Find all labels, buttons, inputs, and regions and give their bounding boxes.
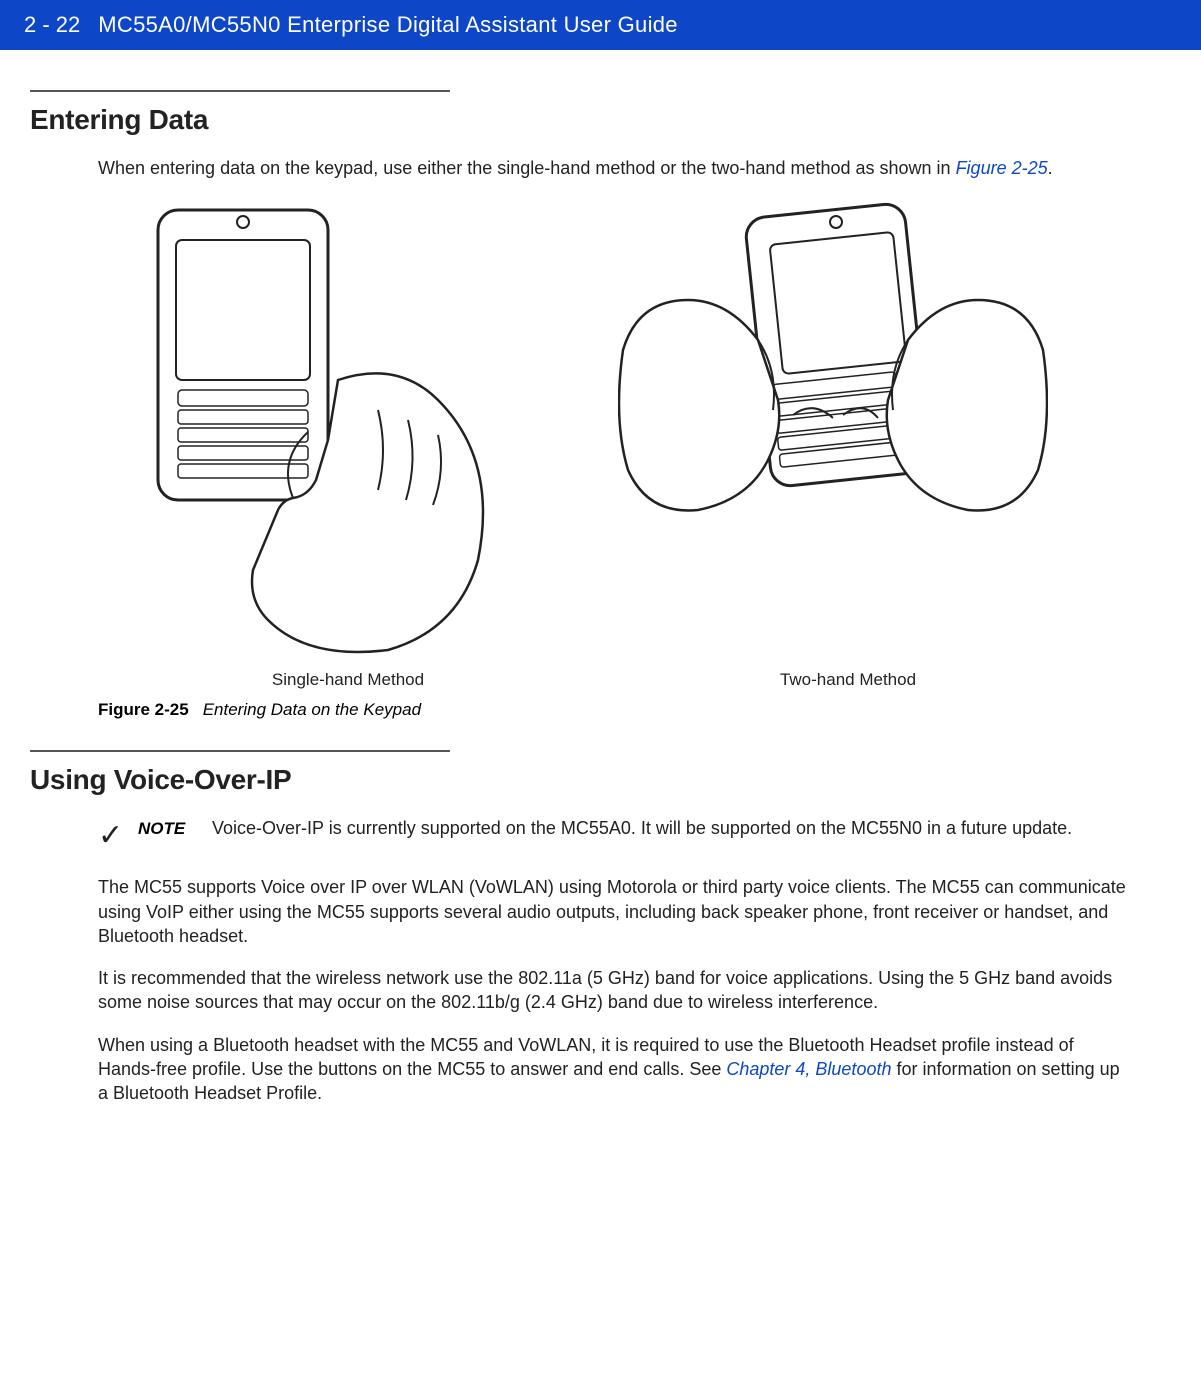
chapter-link[interactable]: Chapter 4, Bluetooth <box>726 1059 891 1079</box>
figure-number: Figure 2-25 <box>98 700 189 719</box>
figure-title: Entering Data on the Keypad <box>203 700 421 719</box>
header-title: MC55A0/MC55N0 Enterprise Digital Assista… <box>98 12 678 38</box>
voip-para-2: It is recommended that the wireless netw… <box>98 966 1131 1015</box>
figure-images-row <box>98 200 1131 660</box>
intro-text-pre: When entering data on the keypad, use ei… <box>98 158 956 178</box>
figure-two-hand <box>618 200 1048 570</box>
section-heading-entering-data: Entering Data <box>30 90 450 136</box>
page-number: 2 - 22 <box>24 12 80 38</box>
figure-link[interactable]: Figure 2-25 <box>956 158 1048 178</box>
device-single-hand-illustration <box>98 200 528 660</box>
note-label: NOTE <box>138 816 198 839</box>
figure-single-hand <box>98 200 528 660</box>
figure-captions-row: Single-hand Method Two-hand Method <box>98 670 1131 690</box>
checkmark-icon: ✓ <box>98 816 138 853</box>
note-block: ✓ NOTE Voice-Over-IP is currently suppor… <box>98 816 1131 853</box>
page-header: 2 - 22 MC55A0/MC55N0 Enterprise Digital … <box>0 0 1201 50</box>
figure-block: Single-hand Method Two-hand Method Figur… <box>98 200 1131 720</box>
intro-text-post: . <box>1048 158 1053 178</box>
caption-single-hand: Single-hand Method <box>98 670 598 690</box>
voip-para-3: When using a Bluetooth headset with the … <box>98 1033 1131 1106</box>
figure-label-row: Figure 2-25 Entering Data on the Keypad <box>98 700 1131 720</box>
section-heading-voip: Using Voice-Over-IP <box>30 750 450 796</box>
intro-paragraph: When entering data on the keypad, use ei… <box>98 156 1131 180</box>
caption-two-hand: Two-hand Method <box>598 670 1098 690</box>
voip-para-1: The MC55 supports Voice over IP over WLA… <box>98 875 1131 948</box>
device-two-hand-illustration <box>618 200 1048 570</box>
note-text: Voice-Over-IP is currently supported on … <box>212 816 1072 840</box>
page-body: Entering Data When entering data on the … <box>0 50 1201 1154</box>
